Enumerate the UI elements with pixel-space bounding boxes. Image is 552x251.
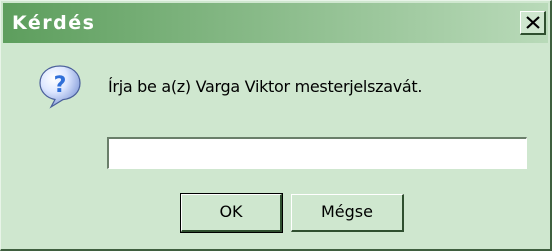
- dialog-title: Kérdés: [12, 12, 96, 34]
- password-field[interactable]: [107, 137, 527, 169]
- close-button[interactable]: [520, 11, 546, 35]
- question-icon: ?: [39, 65, 81, 109]
- cancel-button[interactable]: Mégse: [291, 194, 404, 232]
- ok-button[interactable]: OK: [180, 193, 283, 233]
- svg-text:?: ?: [54, 73, 67, 98]
- title-bar[interactable]: Kérdés: [3, 3, 548, 43]
- question-dialog: Kérdés ? Írja be a(z) Varga Viktor meste…: [0, 0, 552, 251]
- prompt-text: Írja be a(z) Varga Viktor mesterjelszavá…: [108, 77, 423, 96]
- close-icon: [526, 16, 540, 29]
